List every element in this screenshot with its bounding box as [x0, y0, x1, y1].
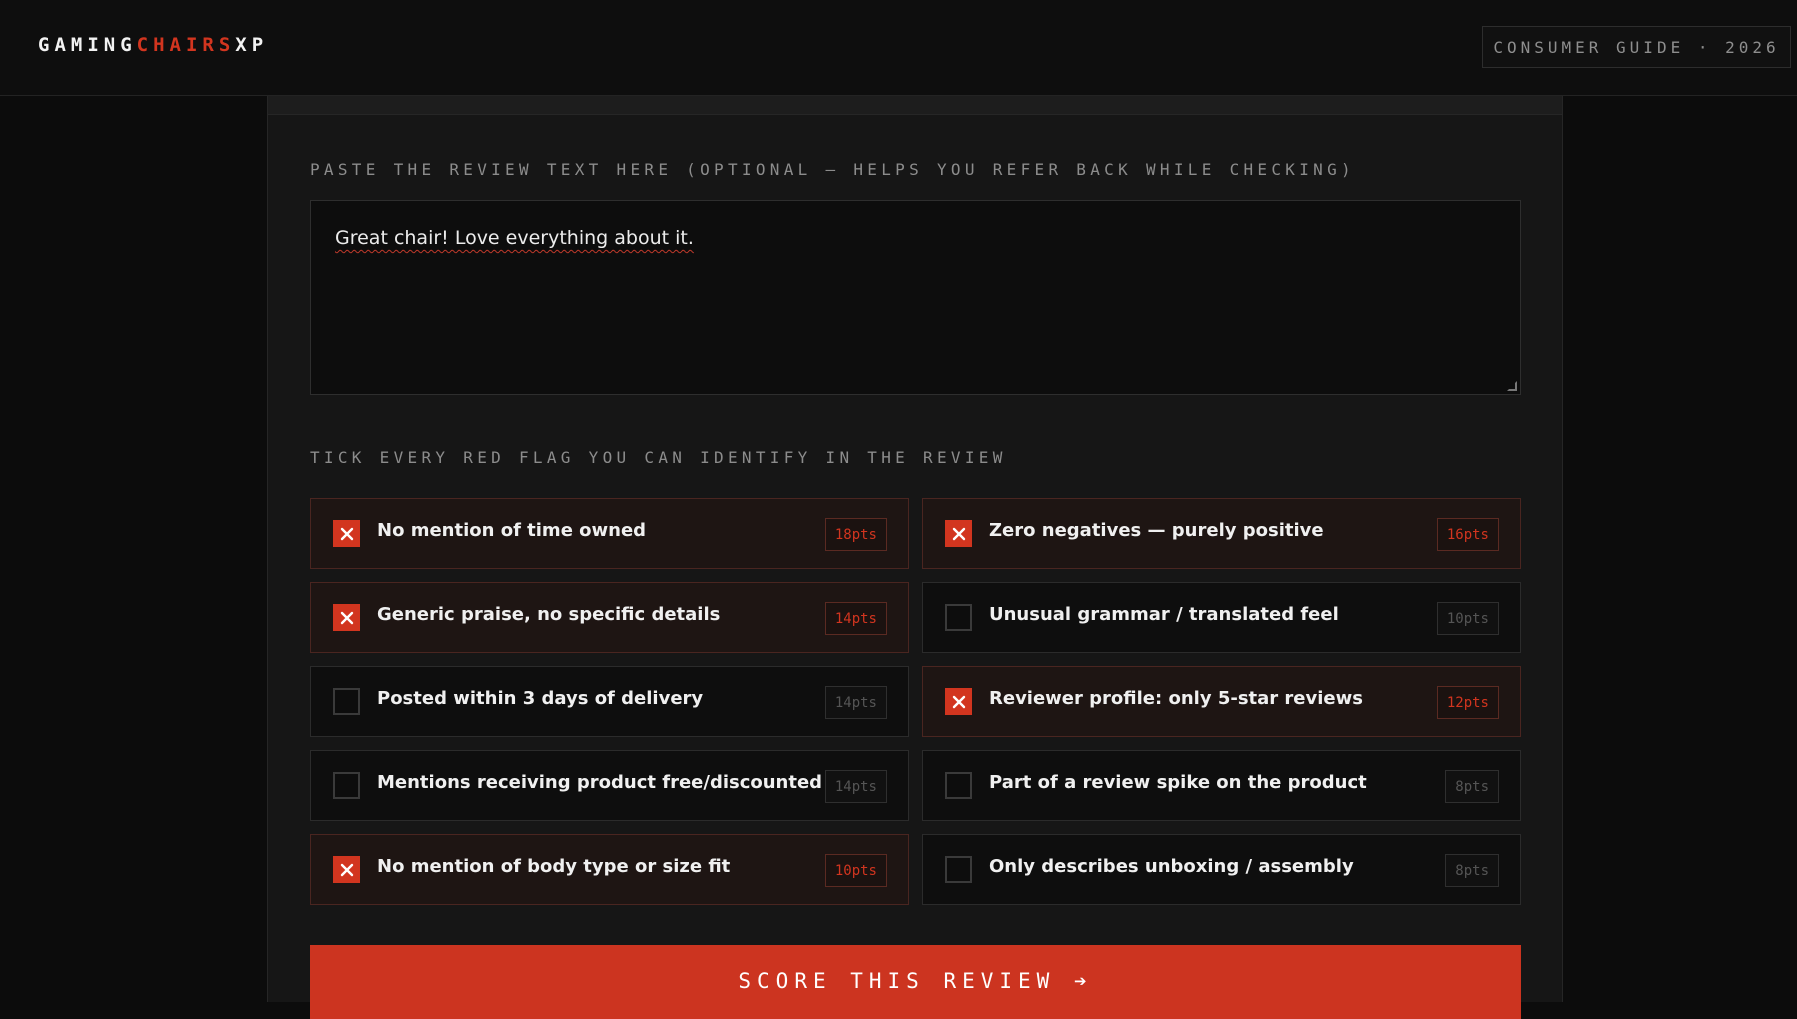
red-flag-label: No mention of body type or size fit: [377, 856, 731, 877]
red-flag-option[interactable]: Unusual grammar / translated feel 10pts: [922, 582, 1521, 653]
red-flag-label: Zero negatives — purely positive: [989, 520, 1324, 541]
unchecked-checkbox[interactable]: [333, 688, 360, 715]
review-checker-panel: PASTE THE REVIEW TEXT HERE (OPTIONAL — H…: [267, 96, 1563, 1019]
review-text-label: PASTE THE REVIEW TEXT HERE (OPTIONAL — H…: [310, 160, 1355, 179]
red-flag-label: No mention of time owned: [377, 520, 647, 541]
x-mark-icon: [340, 863, 353, 876]
site-logo[interactable]: GAMINGCHAIRSXP: [38, 34, 268, 56]
red-flag-option[interactable]: No mention of time owned 18pts: [310, 498, 909, 569]
red-flags-grid: No mention of time owned 18pts Zero negati…: [310, 498, 1521, 905]
review-text-value: Great chair! Love everything about it.: [335, 227, 694, 249]
x-mark-icon: [952, 695, 965, 708]
resize-handle-icon[interactable]: [1507, 381, 1517, 391]
checked-checkbox[interactable]: [945, 688, 972, 715]
red-flags-label: TICK EVERY RED FLAG YOU CAN IDENTIFY IN …: [310, 448, 1007, 467]
points-badge: 8pts: [1445, 770, 1499, 803]
red-flag-label: Only describes unboxing / assembly: [989, 856, 1354, 877]
points-badge: 16pts: [1436, 518, 1499, 551]
unchecked-checkbox[interactable]: [945, 604, 972, 631]
points-badge: 10pts: [1436, 602, 1499, 635]
checked-checkbox[interactable]: [333, 520, 360, 547]
red-flag-option[interactable]: Posted within 3 days of delivery 14pts: [310, 666, 909, 737]
points-badge: 18pts: [824, 518, 887, 551]
red-flag-label: Reviewer profile: only 5-star reviews: [989, 688, 1363, 709]
red-flag-label: Part of a review spike on the product: [989, 772, 1367, 793]
unchecked-checkbox[interactable]: [945, 856, 972, 883]
red-flag-option[interactable]: Mentions receiving product free/discount…: [310, 750, 909, 821]
points-badge: 14pts: [824, 602, 887, 635]
points-badge: 8pts: [1445, 854, 1499, 887]
unchecked-checkbox[interactable]: [945, 772, 972, 799]
logo-text-chairs: CHAIRS: [136, 34, 236, 56]
red-flag-label: Unusual grammar / translated feel: [989, 604, 1339, 625]
points-badge: 14pts: [824, 686, 887, 719]
checked-checkbox[interactable]: [333, 856, 360, 883]
top-bar: GAMINGCHAIRSXP CONSUMER GUIDE · 2026: [0, 0, 1797, 96]
red-flag-label: Posted within 3 days of delivery: [377, 688, 704, 709]
checked-checkbox[interactable]: [945, 520, 972, 547]
logo-text-gaming: GAMING: [38, 34, 137, 56]
red-flag-label: Generic praise, no specific details: [377, 604, 721, 625]
red-flag-option[interactable]: Part of a review spike on the product 8pt…: [922, 750, 1521, 821]
red-flag-option[interactable]: No mention of body type or size fit 10pts: [310, 834, 909, 905]
logo-text-xp: XP: [235, 34, 269, 56]
score-review-button[interactable]: SCORE THIS REVIEW ➔: [310, 945, 1521, 1019]
red-flag-label: Mentions receiving product free/discount…: [377, 772, 823, 793]
panel-top-strip: [268, 96, 1562, 115]
points-badge: 14pts: [824, 770, 887, 803]
consumer-guide-badge: CONSUMER GUIDE · 2026: [1482, 26, 1791, 68]
review-text-input[interactable]: Great chair! Love everything about it.: [310, 200, 1521, 395]
red-flag-option[interactable]: Zero negatives — purely positive 16pts: [922, 498, 1521, 569]
x-mark-icon: [340, 527, 353, 540]
checked-checkbox[interactable]: [333, 604, 360, 631]
points-badge: 10pts: [824, 854, 887, 887]
points-badge: 12pts: [1436, 686, 1499, 719]
red-flag-option[interactable]: Generic praise, no specific details 14pts: [310, 582, 909, 653]
red-flag-option[interactable]: Only describes unboxing / assembly 8pts: [922, 834, 1521, 905]
x-mark-icon: [340, 611, 353, 624]
red-flag-option[interactable]: Reviewer profile: only 5-star reviews 12p…: [922, 666, 1521, 737]
unchecked-checkbox[interactable]: [333, 772, 360, 799]
x-mark-icon: [952, 527, 965, 540]
